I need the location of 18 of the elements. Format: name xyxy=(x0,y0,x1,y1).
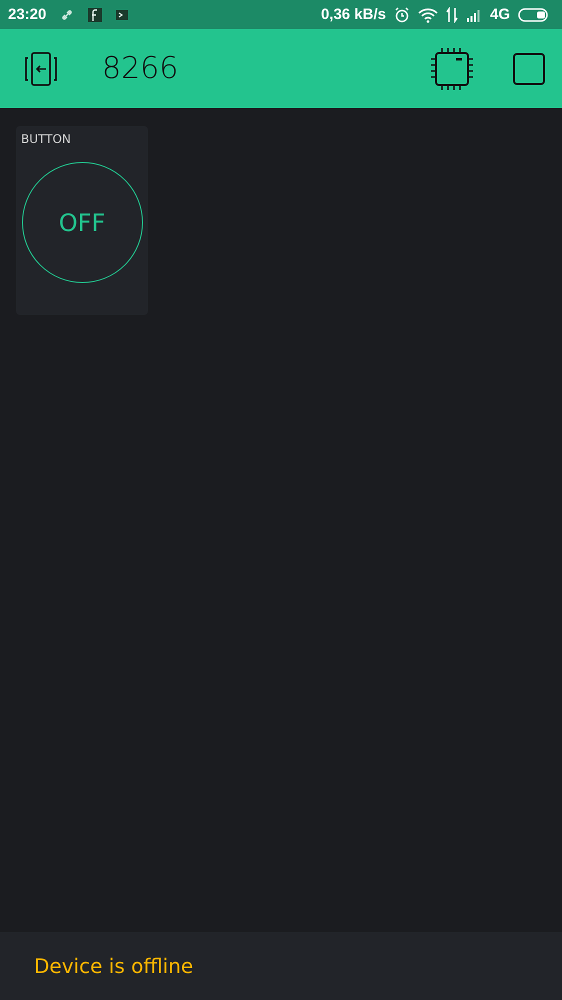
notification-icon xyxy=(88,8,102,22)
terminal-icon xyxy=(116,8,128,20)
offline-message: Device is offline xyxy=(34,954,194,978)
signal-icon xyxy=(466,8,482,22)
exit-icon[interactable] xyxy=(22,50,60,88)
toggle-button[interactable]: OFF xyxy=(22,162,142,283)
wifi-icon xyxy=(418,6,438,22)
project-title: 8266 xyxy=(102,51,178,86)
chip-icon[interactable] xyxy=(430,46,474,90)
link-icon xyxy=(60,8,74,22)
widget-label: BUTTON xyxy=(21,132,72,146)
network-type: 4G xyxy=(490,6,510,23)
status-time: 23:20 xyxy=(8,6,46,23)
network-speed: 0,36 kB/s xyxy=(320,6,386,23)
battery-icon xyxy=(518,8,548,22)
data-transfer-icon xyxy=(446,6,458,22)
alarm-icon xyxy=(394,6,410,22)
stop-icon[interactable] xyxy=(512,52,546,86)
